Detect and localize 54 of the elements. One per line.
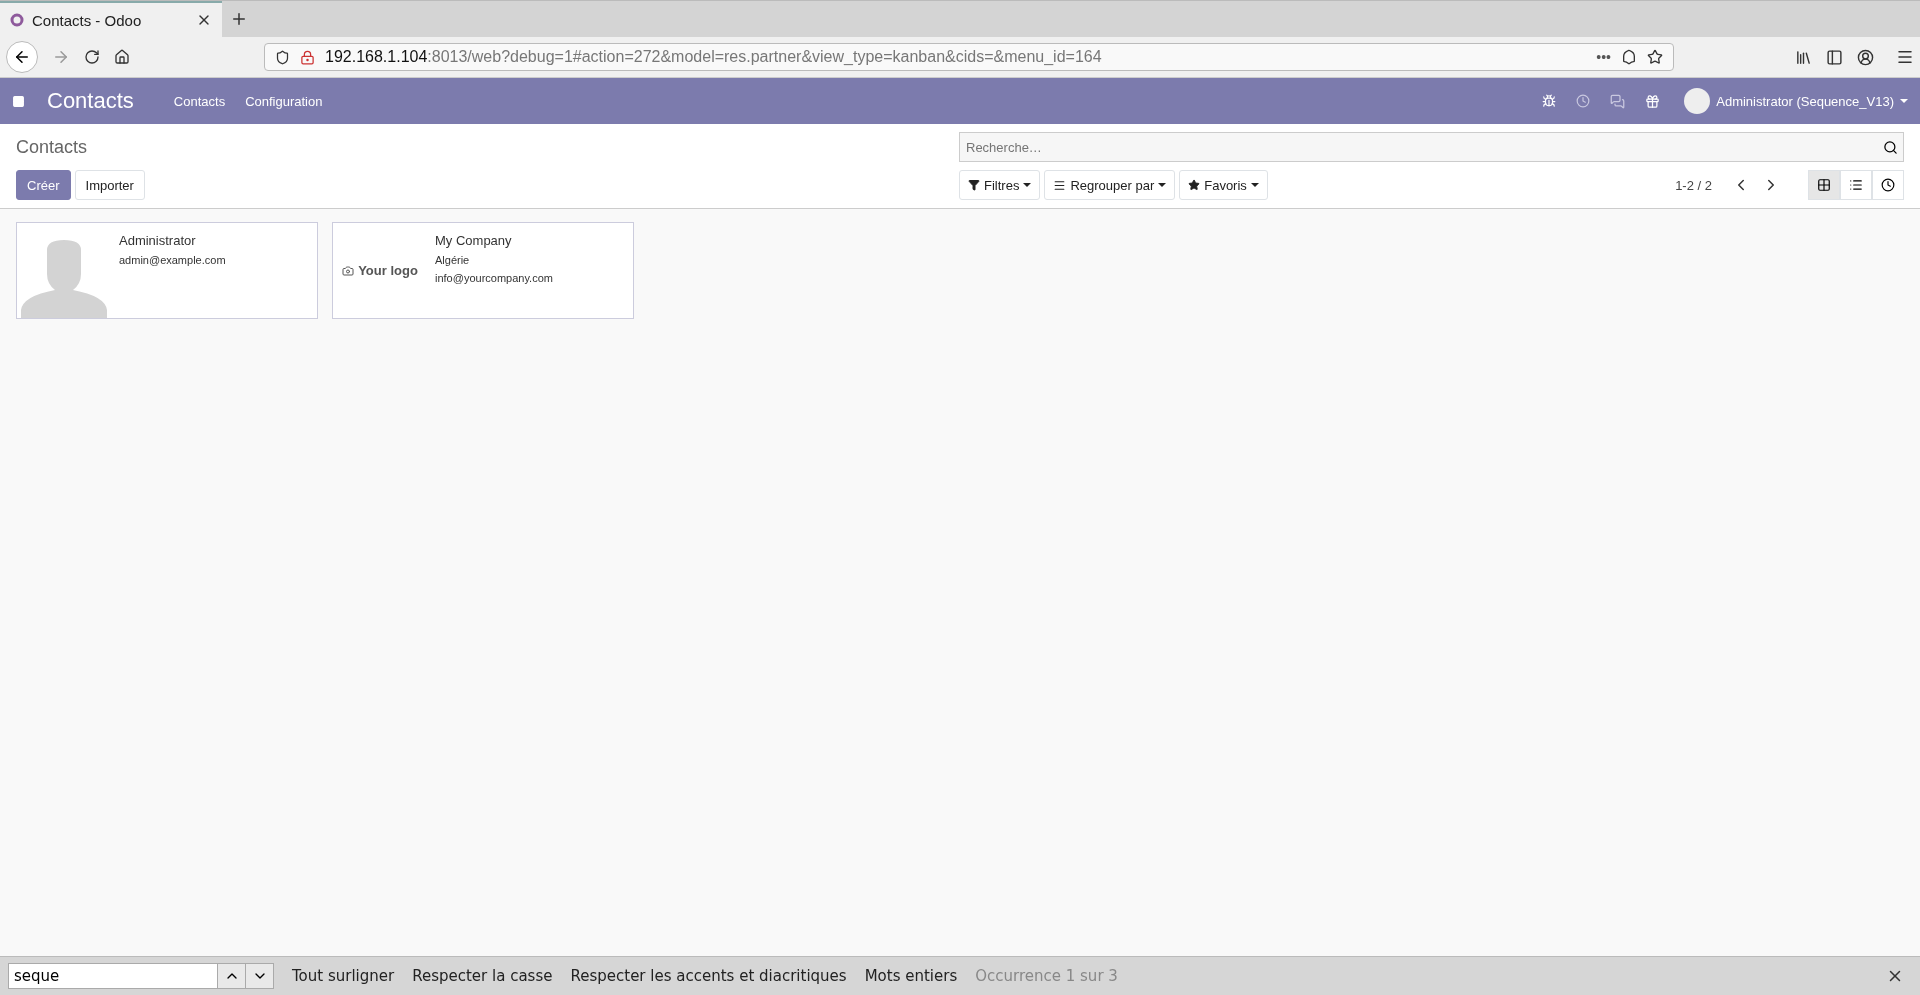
menu-link[interactable]: Contacts — [173, 93, 226, 109]
find-next-button[interactable] — [246, 963, 274, 989]
url-text: 192.168.1.104:8013/web?debug=1#action=272&model=res.partner&view_type=kanban&cids=&menu_id=164 — [325, 48, 1103, 66]
bookmark-star-icon[interactable] — [1647, 49, 1663, 65]
kanban-view-button[interactable] — [1808, 170, 1840, 200]
logo-placeholder: Your logo — [342, 263, 418, 278]
library-icon[interactable] — [1795, 48, 1812, 66]
contact-name: Administrator — [119, 233, 197, 248]
search-option-button[interactable]: Favoris — [1179, 170, 1268, 200]
sidebar-icon[interactable] — [1826, 48, 1843, 66]
match-count: Occurrence 1 sur 3 — [975, 967, 1118, 985]
user-menu[interactable]: Administrator (Sequence_V13) — [1684, 88, 1908, 114]
list-view-button[interactable] — [1840, 170, 1872, 200]
clock-icon — [1881, 178, 1895, 192]
url-bar[interactable]: 192.168.1.104:8013/web?debug=1#action=272&model=res.partner&view_type=kanban&cids=&menu_id=164 ••• — [264, 43, 1674, 71]
import-button[interactable]: Importer — [74, 170, 145, 200]
account-icon[interactable] — [1857, 48, 1874, 66]
search-option-button[interactable]: Filtres — [959, 170, 1041, 200]
contact-detail: admin@example.com — [119, 254, 226, 266]
activity-view-button[interactable] — [1872, 170, 1904, 200]
shield-icon[interactable] — [275, 49, 290, 65]
gift-icon[interactable] — [1645, 93, 1661, 109]
home-icon[interactable] — [114, 49, 130, 65]
filter-icon — [968, 179, 980, 191]
find-previous-button[interactable] — [218, 963, 246, 989]
lines-icon — [1053, 178, 1067, 192]
pager: 1-2 / 2 — [1675, 177, 1712, 193]
contact-card[interactable]: Your logo My Company Algérie info@yourcompany.com — [332, 222, 634, 319]
star-icon — [1188, 179, 1201, 191]
contact-detail: info@yourcompany.com — [435, 272, 553, 284]
reload-icon[interactable] — [84, 49, 100, 65]
contact-detail: Algérie — [435, 254, 471, 266]
app-title: Contacts — [47, 88, 134, 114]
back-button[interactable] — [6, 41, 38, 73]
menu-icon[interactable] — [1896, 48, 1914, 66]
search-option-button[interactable]: Regrouper par — [1044, 170, 1176, 200]
find-option[interactable]: Respecter les accents et diacritiques — [570, 967, 847, 985]
find-option[interactable]: Tout surligner — [292, 967, 395, 985]
create-button[interactable]: Créer — [16, 170, 71, 200]
browser-tab[interactable]: Contacts - Odoo — [0, 1, 222, 37]
page-actions-menu[interactable]: ••• — [1596, 49, 1611, 65]
contact-card[interactable]: Administrator admin@example.com — [16, 222, 318, 319]
breadcrumb: Contacts — [16, 136, 89, 158]
tab-title: Contacts - Odoo — [32, 11, 143, 29]
insecure-lock-icon[interactable] — [300, 49, 315, 65]
odoo-favicon-icon — [10, 13, 24, 27]
find-option[interactable]: Respecter la casse — [412, 967, 553, 985]
list-icon — [1849, 178, 1863, 192]
bug-icon[interactable] — [1542, 94, 1557, 108]
grid-icon — [1817, 178, 1831, 192]
contact-name: My Company — [435, 233, 513, 248]
menu-link[interactable]: Configuration — [245, 93, 323, 109]
find-field[interactable]: seque — [8, 963, 218, 989]
find-option[interactable]: Mots entiers — [864, 967, 958, 985]
